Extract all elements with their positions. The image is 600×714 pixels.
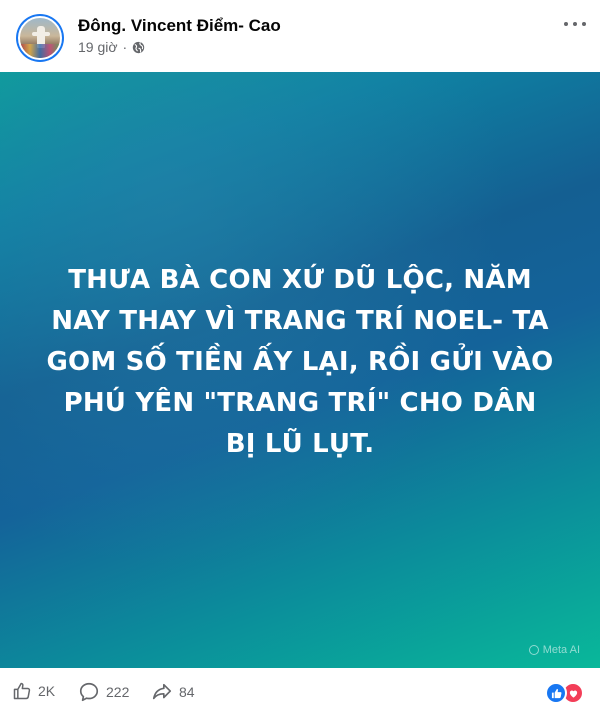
post-header: Đông. Vincent Điểm- Cao 19 giờ ·	[0, 0, 600, 72]
avatar-crowd	[20, 44, 60, 58]
author-name[interactable]: Đông. Vincent Điểm- Cao	[78, 16, 281, 36]
author-avatar[interactable]	[16, 14, 64, 62]
share-icon	[152, 683, 172, 700]
post-meta: 19 giờ ·	[78, 39, 145, 55]
post-image-text: THƯA BÀ CON XỨ DŨ LỘC, NĂM NAY THAY VÌ T…	[46, 265, 554, 459]
like-count: 2K	[38, 683, 56, 699]
post-image[interactable]: THƯA BÀ CON XỨ DŨ LỘC, NĂM NAY THAY VÌ T…	[0, 72, 600, 668]
share-count: 84	[179, 684, 195, 700]
watermark-label: Meta AI	[542, 644, 580, 656]
thumbs-up-icon	[13, 682, 31, 700]
post-time[interactable]: 19 giờ	[78, 39, 118, 55]
comment-button[interactable]: 222	[78, 681, 129, 703]
like-reaction-icon	[545, 682, 567, 704]
share-button[interactable]: 84	[151, 681, 195, 703]
meta-ai-watermark: Meta AI	[528, 644, 580, 656]
meta-ai-icon	[528, 645, 539, 655]
comment-count: 222	[106, 684, 130, 700]
more-horizontal-icon[interactable]	[564, 16, 586, 32]
meta-separator: ·	[122, 39, 128, 55]
avatar-image	[18, 16, 62, 60]
comment-icon	[79, 682, 99, 702]
post-actions: 2K 222 84	[0, 668, 600, 714]
globe-icon[interactable]	[132, 41, 145, 54]
reactions-summary[interactable]	[545, 682, 584, 704]
avatar-statue-arms	[32, 32, 50, 36]
like-button[interactable]: 2K	[12, 681, 55, 701]
